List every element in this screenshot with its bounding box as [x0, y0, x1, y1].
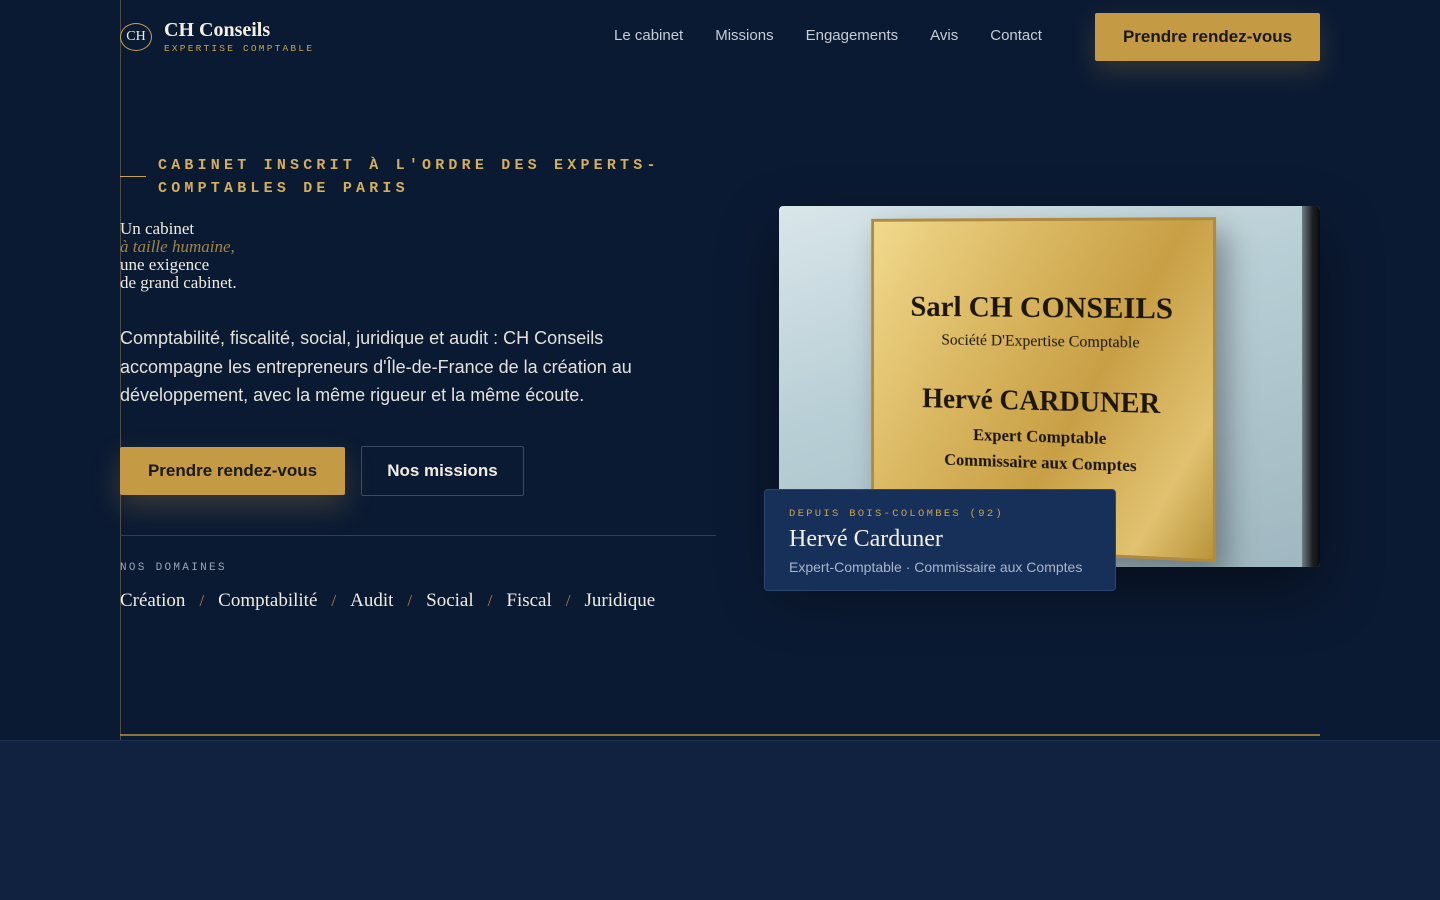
- domain-item[interactable]: Juridique: [585, 590, 656, 612]
- plaque-line-2: Société D'Expertise Comptable: [874, 331, 1213, 354]
- plaque-line-5: Commissaire aux Comptes: [874, 448, 1213, 479]
- domains-label: NOS DOMAINES: [120, 562, 227, 574]
- nav-item-avis[interactable]: Avis: [930, 26, 958, 46]
- missions-button[interactable]: Nos missions: [361, 446, 524, 496]
- founder-card: DEPUIS BOIS-COLOMBES (92) Hervé Carduner…: [764, 489, 1116, 591]
- header-appointment-button[interactable]: Prendre rendez-vous: [1095, 13, 1320, 61]
- domain-separator: /: [331, 591, 336, 611]
- page: CH CH Conseils EXPERTISE COMPTABLE Le ca…: [0, 0, 1440, 900]
- door-frame: [1302, 206, 1320, 567]
- logo-monogram: CH: [120, 23, 152, 51]
- hero-headline: Un cabinet à taille humaine, une exigenc…: [120, 220, 237, 292]
- brand-logo[interactable]: CH CH Conseils EXPERTISE COMPTABLE: [120, 20, 314, 54]
- card-kicker: DEPUIS BOIS-COLOMBES (92): [789, 508, 1091, 520]
- brand-name: CH Conseils: [164, 20, 314, 40]
- main-nav: Le cabinet Missions Engagements Avis Con…: [614, 26, 1042, 46]
- founder-name: Hervé Carduner: [789, 526, 1091, 552]
- hero-lead: Comptabilité, fiscalité, social, juridiq…: [120, 324, 680, 410]
- domain-separator: /: [488, 591, 493, 611]
- headline-line-3: une exigence: [120, 256, 237, 274]
- headline-line-2: à taille humaine,: [120, 238, 237, 256]
- domain-item[interactable]: Comptabilité: [218, 590, 317, 612]
- brand-tagline: EXPERTISE COMPTABLE: [164, 43, 314, 54]
- domains-list: Création / Comptabilité / Audit / Social…: [120, 590, 655, 612]
- appointment-button[interactable]: Prendre rendez-vous: [120, 447, 345, 495]
- nav-item-missions[interactable]: Missions: [715, 26, 773, 46]
- gold-divider: [120, 734, 1320, 736]
- divider: [120, 535, 716, 536]
- domain-item[interactable]: Fiscal: [506, 590, 551, 612]
- nav-item-le-cabinet[interactable]: Le cabinet: [614, 26, 683, 46]
- logo-text: CH Conseils EXPERTISE COMPTABLE: [164, 20, 314, 54]
- hero-eyebrow: CABINET INSCRIT À L'ORDRE DES EXPERTS-CO…: [158, 154, 678, 200]
- nav-item-engagements[interactable]: Engagements: [806, 26, 899, 46]
- domain-item[interactable]: Audit: [350, 590, 393, 612]
- domain-item[interactable]: Social: [426, 590, 474, 612]
- domain-separator: /: [407, 591, 412, 611]
- plaque-line-4: Expert Comptable: [874, 422, 1213, 452]
- domain-separator: /: [566, 591, 571, 611]
- founder-role: Expert-Comptable · Commissaire aux Compt…: [789, 559, 1091, 575]
- nav-item-contact[interactable]: Contact: [990, 26, 1042, 46]
- next-section-band: [0, 740, 1440, 900]
- plaque-line-1: Sarl CH CONSEILS: [874, 290, 1213, 327]
- headline-line-1: Un cabinet: [120, 220, 237, 238]
- domain-item[interactable]: Création: [120, 590, 185, 612]
- plaque-line-3: Hervé CARDUNER: [874, 383, 1213, 423]
- eyebrow-dash: [120, 176, 146, 177]
- headline-line-4: de grand cabinet.: [120, 274, 237, 292]
- domain-separator: /: [199, 591, 204, 611]
